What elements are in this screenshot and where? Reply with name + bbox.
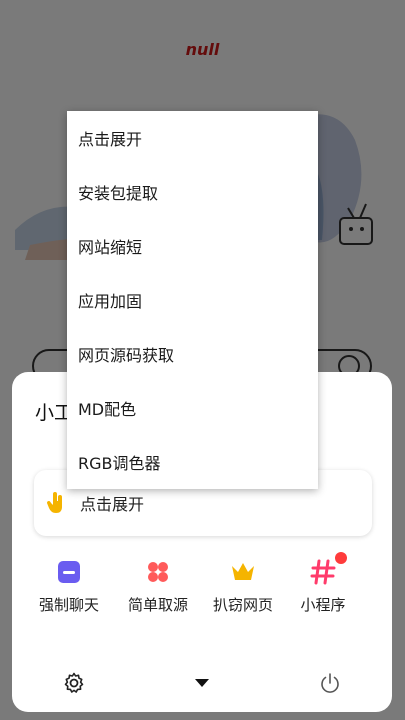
menu-item-expand[interactable]: 点击展开	[67, 111, 318, 165]
collapse-button[interactable]	[187, 668, 217, 698]
tool-simple-fetch[interactable]: 简单取源	[113, 558, 203, 615]
tool-grid: 强制聊天 简单取源 扒窃网页 小程序	[12, 552, 392, 628]
tool-force-chat[interactable]: 强制聊天	[24, 558, 114, 615]
tool-web-scrape[interactable]: 扒窃网页	[198, 558, 288, 615]
crown-icon	[229, 558, 257, 586]
caret-down-icon	[195, 679, 209, 687]
notification-badge	[335, 552, 347, 564]
settings-button[interactable]	[59, 668, 89, 698]
tool-label: 强制聊天	[38, 596, 99, 614]
hand-pointer-icon	[44, 490, 70, 516]
dots-grid-icon	[144, 558, 172, 586]
menu-item-app-harden[interactable]: 应用加固	[67, 273, 318, 327]
tool-label: 简单取源	[127, 596, 188, 614]
dropdown-menu: 点击展开 安装包提取 网站缩短 应用加固 网页源码获取 MD配色 RGB调色器	[67, 111, 318, 489]
power-button[interactable]	[315, 668, 345, 698]
tool-label: 小程序	[300, 596, 346, 614]
hash-icon	[309, 552, 347, 586]
menu-item-md-colors[interactable]: MD配色	[67, 381, 318, 435]
power-icon	[321, 673, 339, 693]
tool-mini-program[interactable]: 小程序	[278, 552, 368, 615]
menu-item-page-source[interactable]: 网页源码获取	[67, 327, 318, 381]
menu-item-rgb-picker[interactable]: RGB调色器	[67, 435, 318, 489]
tool-label: 扒窃网页	[212, 596, 273, 614]
sheet-bottom-bar	[12, 668, 392, 698]
menu-item-apk-extract[interactable]: 安装包提取	[67, 165, 318, 219]
gear-icon	[64, 672, 84, 693]
expand-card-label: 点击展开	[80, 495, 145, 514]
menu-item-url-shorten[interactable]: 网站缩短	[67, 219, 318, 273]
chat-square-icon	[55, 558, 83, 586]
